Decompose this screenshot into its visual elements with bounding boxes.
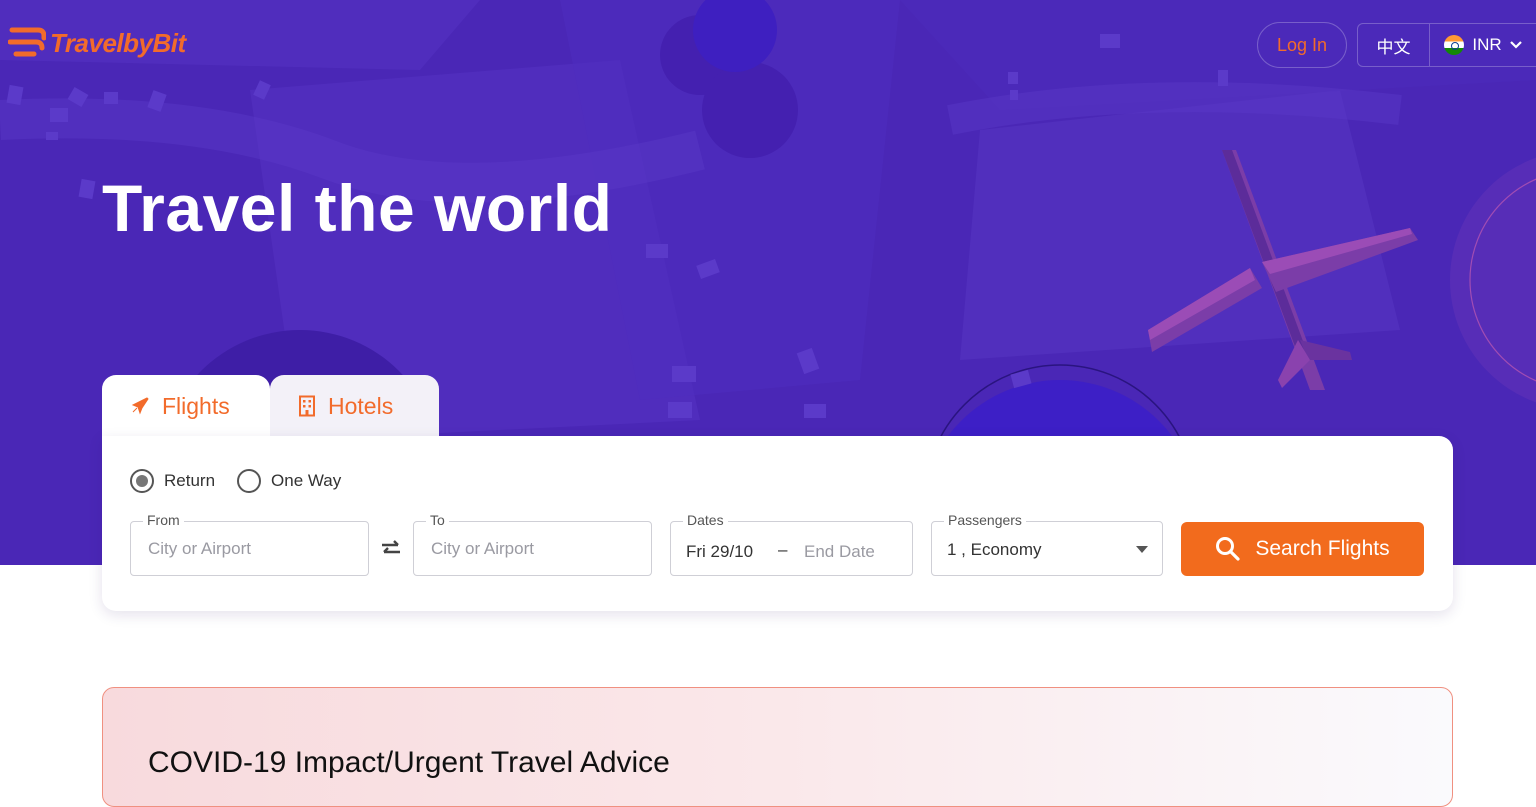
caret-down-icon (1136, 546, 1148, 553)
tab-flights[interactable]: Flights (102, 375, 270, 437)
radio-one-way[interactable]: One Way (237, 469, 341, 493)
brand-name: TravelbyBit (50, 27, 186, 58)
hero-title: Travel the world (102, 171, 613, 245)
india-flag-icon (1444, 35, 1465, 55)
from-input[interactable]: City or Airport (148, 539, 251, 559)
end-date-input[interactable]: End Date (804, 542, 875, 562)
to-input[interactable]: City or Airport (431, 539, 534, 559)
date-separator: – (778, 540, 788, 559)
tab-hotels[interactable]: Hotels (270, 375, 439, 437)
from-field[interactable]: From City or Airport (130, 512, 369, 576)
to-field[interactable]: To City or Airport (413, 512, 652, 576)
radio-one-way-indicator[interactable] (237, 469, 262, 493)
dates-field[interactable]: Dates Fri 29/10 – End Date (670, 512, 913, 576)
login-button[interactable]: Log In (1257, 22, 1347, 68)
locale-selector: 中文 INR (1357, 23, 1536, 67)
passengers-field[interactable]: Passengers 1 , Economy (931, 512, 1163, 576)
passengers-select[interactable]: 1 , Economy (947, 540, 1042, 560)
search-tabs: Flights Hotels (102, 375, 439, 437)
radio-return-label: Return (164, 471, 216, 490)
radio-return-indicator[interactable] (130, 469, 154, 493)
covid-advice-banner: COVID-19 Impact/Urgent Travel Advice (102, 687, 1453, 807)
from-label: From (143, 512, 184, 528)
logo-icon (8, 27, 46, 57)
plane-icon (131, 397, 149, 415)
covid-advice-title: COVID-19 Impact/Urgent Travel Advice (148, 746, 670, 779)
swap-icon[interactable] (380, 537, 402, 559)
building-icon (299, 395, 315, 417)
search-flights-button[interactable]: Search Flights (1181, 522, 1424, 576)
currency-button[interactable]: INR (1430, 24, 1536, 66)
search-icon (1216, 537, 1240, 561)
tab-flights-label: Flights (162, 392, 230, 419)
start-date-input[interactable]: Fri 29/10 (686, 542, 753, 562)
language-button[interactable]: 中文 (1358, 24, 1430, 66)
tab-hotels-label: Hotels (328, 392, 394, 419)
to-label: To (426, 512, 449, 528)
passengers-label: Passengers (944, 512, 1026, 528)
flight-search-card: Return One Way From City or Airport To C… (102, 436, 1453, 611)
trip-type-group: Return One Way (130, 469, 341, 493)
search-flights-label: Search Flights (1255, 537, 1390, 560)
radio-return[interactable]: Return (130, 469, 215, 493)
radio-one-way-label: One Way (271, 471, 342, 490)
dates-label: Dates (683, 512, 728, 528)
currency-label: INR (1472, 35, 1502, 54)
top-nav: Log In 中文 INR (1257, 22, 1536, 68)
chevron-down-icon (1509, 41, 1522, 49)
brand-logo[interactable]: TravelbyBit (8, 26, 186, 60)
